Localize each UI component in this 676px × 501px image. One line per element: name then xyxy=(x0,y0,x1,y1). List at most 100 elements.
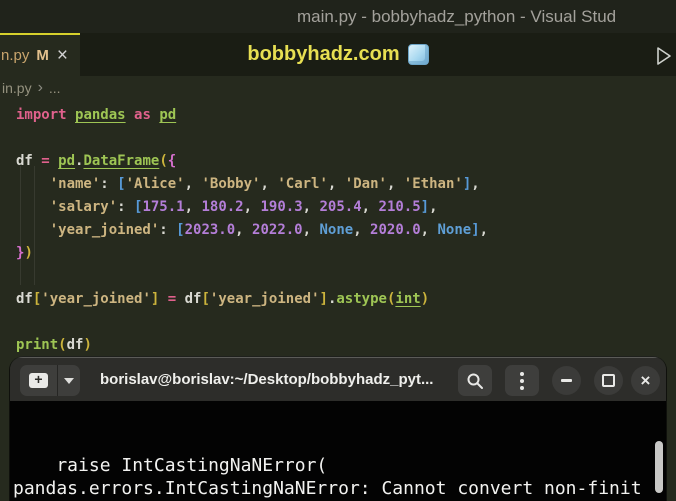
token: DataFrame xyxy=(83,153,160,169)
token: , xyxy=(361,199,379,215)
token: None xyxy=(319,222,354,238)
token: 175.1 xyxy=(142,199,185,215)
maximize-icon xyxy=(602,374,615,387)
modified-badge: M xyxy=(36,47,49,64)
tab-bar: n.py M × bobbyhadz.com xyxy=(0,33,676,76)
watermark: bobbyhadz.com xyxy=(0,33,676,76)
token: pandas.errors.IntCastingNaNError: Cannot… xyxy=(13,478,642,499)
token: 210.5 xyxy=(378,199,421,215)
token: 'year_joined' xyxy=(49,222,160,238)
token: [ xyxy=(201,291,210,307)
token: ) xyxy=(24,245,33,261)
token: , xyxy=(235,222,253,238)
tab-dropdown-button[interactable] xyxy=(58,365,80,396)
run-button[interactable] xyxy=(652,45,674,67)
token: df xyxy=(184,291,202,307)
token: : xyxy=(159,222,177,238)
token: ] xyxy=(471,222,480,238)
token: astype xyxy=(336,291,387,307)
token: import xyxy=(16,107,76,123)
token: , xyxy=(327,176,345,192)
new-tab-split-button xyxy=(20,365,80,396)
code-area: import pandas as pd df = pd.DataFrame({ '… xyxy=(16,104,488,357)
tab-main-py[interactable]: n.py M × xyxy=(0,33,80,76)
close-icon: × xyxy=(640,371,651,390)
token: 205.4 xyxy=(319,199,362,215)
search-button[interactable] xyxy=(458,365,492,396)
token: [ xyxy=(176,222,185,238)
terminal-output[interactable]: raise IntCastingNaNError(pandas.errors.I… xyxy=(10,401,666,501)
token: 190.3 xyxy=(260,199,303,215)
close-button[interactable]: × xyxy=(631,366,660,395)
token: = xyxy=(41,153,50,169)
token: ) xyxy=(420,291,430,307)
title-bar: main.py - bobbyhadz_python - Visual Stud xyxy=(0,0,676,33)
token: ) xyxy=(83,337,92,353)
token: ] xyxy=(420,199,430,215)
token: 'year_joined' xyxy=(41,291,151,307)
new-tab-button[interactable] xyxy=(20,365,58,396)
token: , xyxy=(302,222,320,238)
maximize-button[interactable] xyxy=(594,366,623,395)
breadcrumb[interactable]: in.py › ... xyxy=(2,76,61,100)
menu-button[interactable] xyxy=(505,365,539,396)
breadcrumb-more[interactable]: ... xyxy=(49,80,61,96)
token: as xyxy=(134,107,151,123)
code-line: 'salary': [175.1, 180.2, 190.3, 205.4, 2… xyxy=(16,196,488,219)
token: df xyxy=(16,153,42,169)
token: 'Alice' xyxy=(125,176,185,192)
terminal-scrollbar[interactable] xyxy=(655,441,663,493)
token: df xyxy=(66,337,84,353)
token: 'Dan' xyxy=(344,176,387,192)
breadcrumb-file[interactable]: in.py xyxy=(2,80,32,96)
tab-label: n.py xyxy=(1,47,30,64)
token: , xyxy=(243,199,261,215)
token: 'year_joined' xyxy=(209,291,320,307)
terminal-header[interactable]: borislav@borislav:~/Desktop/bobbyhadz_py… xyxy=(10,357,666,401)
token: , xyxy=(386,176,404,192)
token: ] xyxy=(462,176,472,192)
token: : xyxy=(117,199,135,215)
token: 'name' xyxy=(49,176,101,192)
token: , xyxy=(184,176,202,192)
code-line: }) xyxy=(16,242,488,265)
chevron-right-icon: › xyxy=(37,79,43,96)
token: , xyxy=(420,222,438,238)
token: 2023.0 xyxy=(184,222,236,238)
code-line: df['year_joined'] = df['year_joined'].as… xyxy=(16,288,488,311)
token: 'Carl' xyxy=(277,176,328,192)
tab-close-icon[interactable]: × xyxy=(57,46,68,65)
token: print xyxy=(16,337,59,353)
minimize-button[interactable] xyxy=(552,366,581,395)
window-title: main.py - bobbyhadz_python - Visual Stud xyxy=(297,7,617,26)
token: ( xyxy=(58,337,67,353)
token: pd xyxy=(159,107,177,123)
ice-cube-icon xyxy=(407,44,429,65)
token: int xyxy=(395,291,421,307)
code-line: 'year_joined': [2023.0, 2022.0, None, 20… xyxy=(16,219,488,242)
terminal-window: borislav@borislav:~/Desktop/bobbyhadz_py… xyxy=(10,357,666,501)
token: 'Ethan' xyxy=(403,176,463,192)
token: , xyxy=(479,222,489,238)
token: 180.2 xyxy=(201,199,244,215)
token: df xyxy=(16,291,33,307)
token: pandas xyxy=(75,107,126,123)
token: : xyxy=(100,176,118,192)
token: = xyxy=(167,291,177,307)
token: 2022.0 xyxy=(252,222,303,238)
token: , xyxy=(471,176,480,192)
play-icon xyxy=(657,47,671,65)
chevron-down-icon xyxy=(64,377,74,384)
vscode-window: main.py - bobbyhadz_python - Visual Stud… xyxy=(0,0,676,501)
kebab-menu-icon xyxy=(520,371,524,390)
